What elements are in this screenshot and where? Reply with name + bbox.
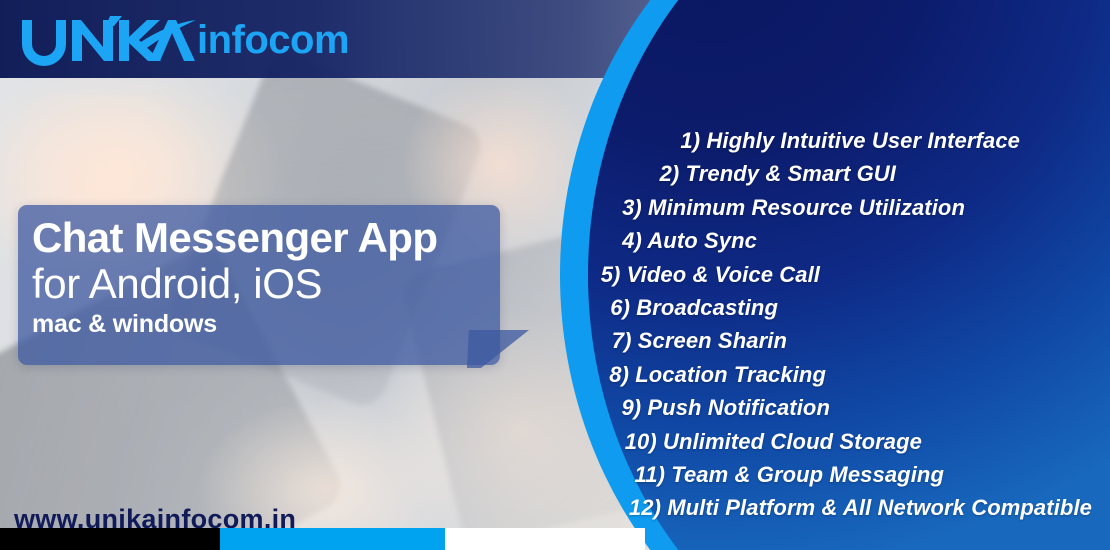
feature-item: 9) Push Notification <box>621 395 830 421</box>
unika-logotype-icon <box>22 16 196 66</box>
feature-item: 1) Highly Intuitive User Interface <box>680 128 1020 153</box>
feature-item: 4) Auto Sync <box>622 228 757 254</box>
feature-item: 5) Video & Voice Call <box>600 261 820 287</box>
footer-bar-segment-cyan <box>220 528 445 550</box>
feature-item: 11) Team & Group Messaging <box>634 462 944 488</box>
footer-bar-segment-black <box>0 528 220 550</box>
feature-item: 8) Location Tracking <box>609 361 826 387</box>
headline-line-1: Chat Messenger App <box>32 214 438 261</box>
feature-item: 7) Screen Sharin <box>611 328 787 354</box>
logo-suffix-text: infocom <box>197 18 350 62</box>
footer-bar-segment-panel <box>645 528 1110 550</box>
feature-item: 12) Multi Platform & All Network Compati… <box>628 495 1092 521</box>
headline-line-2: for Android, iOS <box>32 260 323 307</box>
feature-item: 2) Trendy & Smart GUI <box>659 161 896 187</box>
feature-item: 3) Minimum Resource Utilization <box>622 194 965 220</box>
feature-item: 10) Unlimited Cloud Storage <box>624 428 922 454</box>
footer-bar-segment-white <box>445 528 645 550</box>
brand-logo[interactable]: infocom <box>18 14 350 66</box>
headline-line-3: mac & windows <box>32 310 217 338</box>
promo-banner: infocom 1) Highly Intuitive User Interfa… <box>0 0 1110 550</box>
feature-list: 1) Highly Intuitive User Interface 2) Tr… <box>532 124 1092 525</box>
footer-color-bar <box>0 528 1110 550</box>
headline-text-group: Chat Messenger App for Android, iOS mac … <box>32 214 502 339</box>
feature-item: 6) Broadcasting <box>610 295 778 321</box>
